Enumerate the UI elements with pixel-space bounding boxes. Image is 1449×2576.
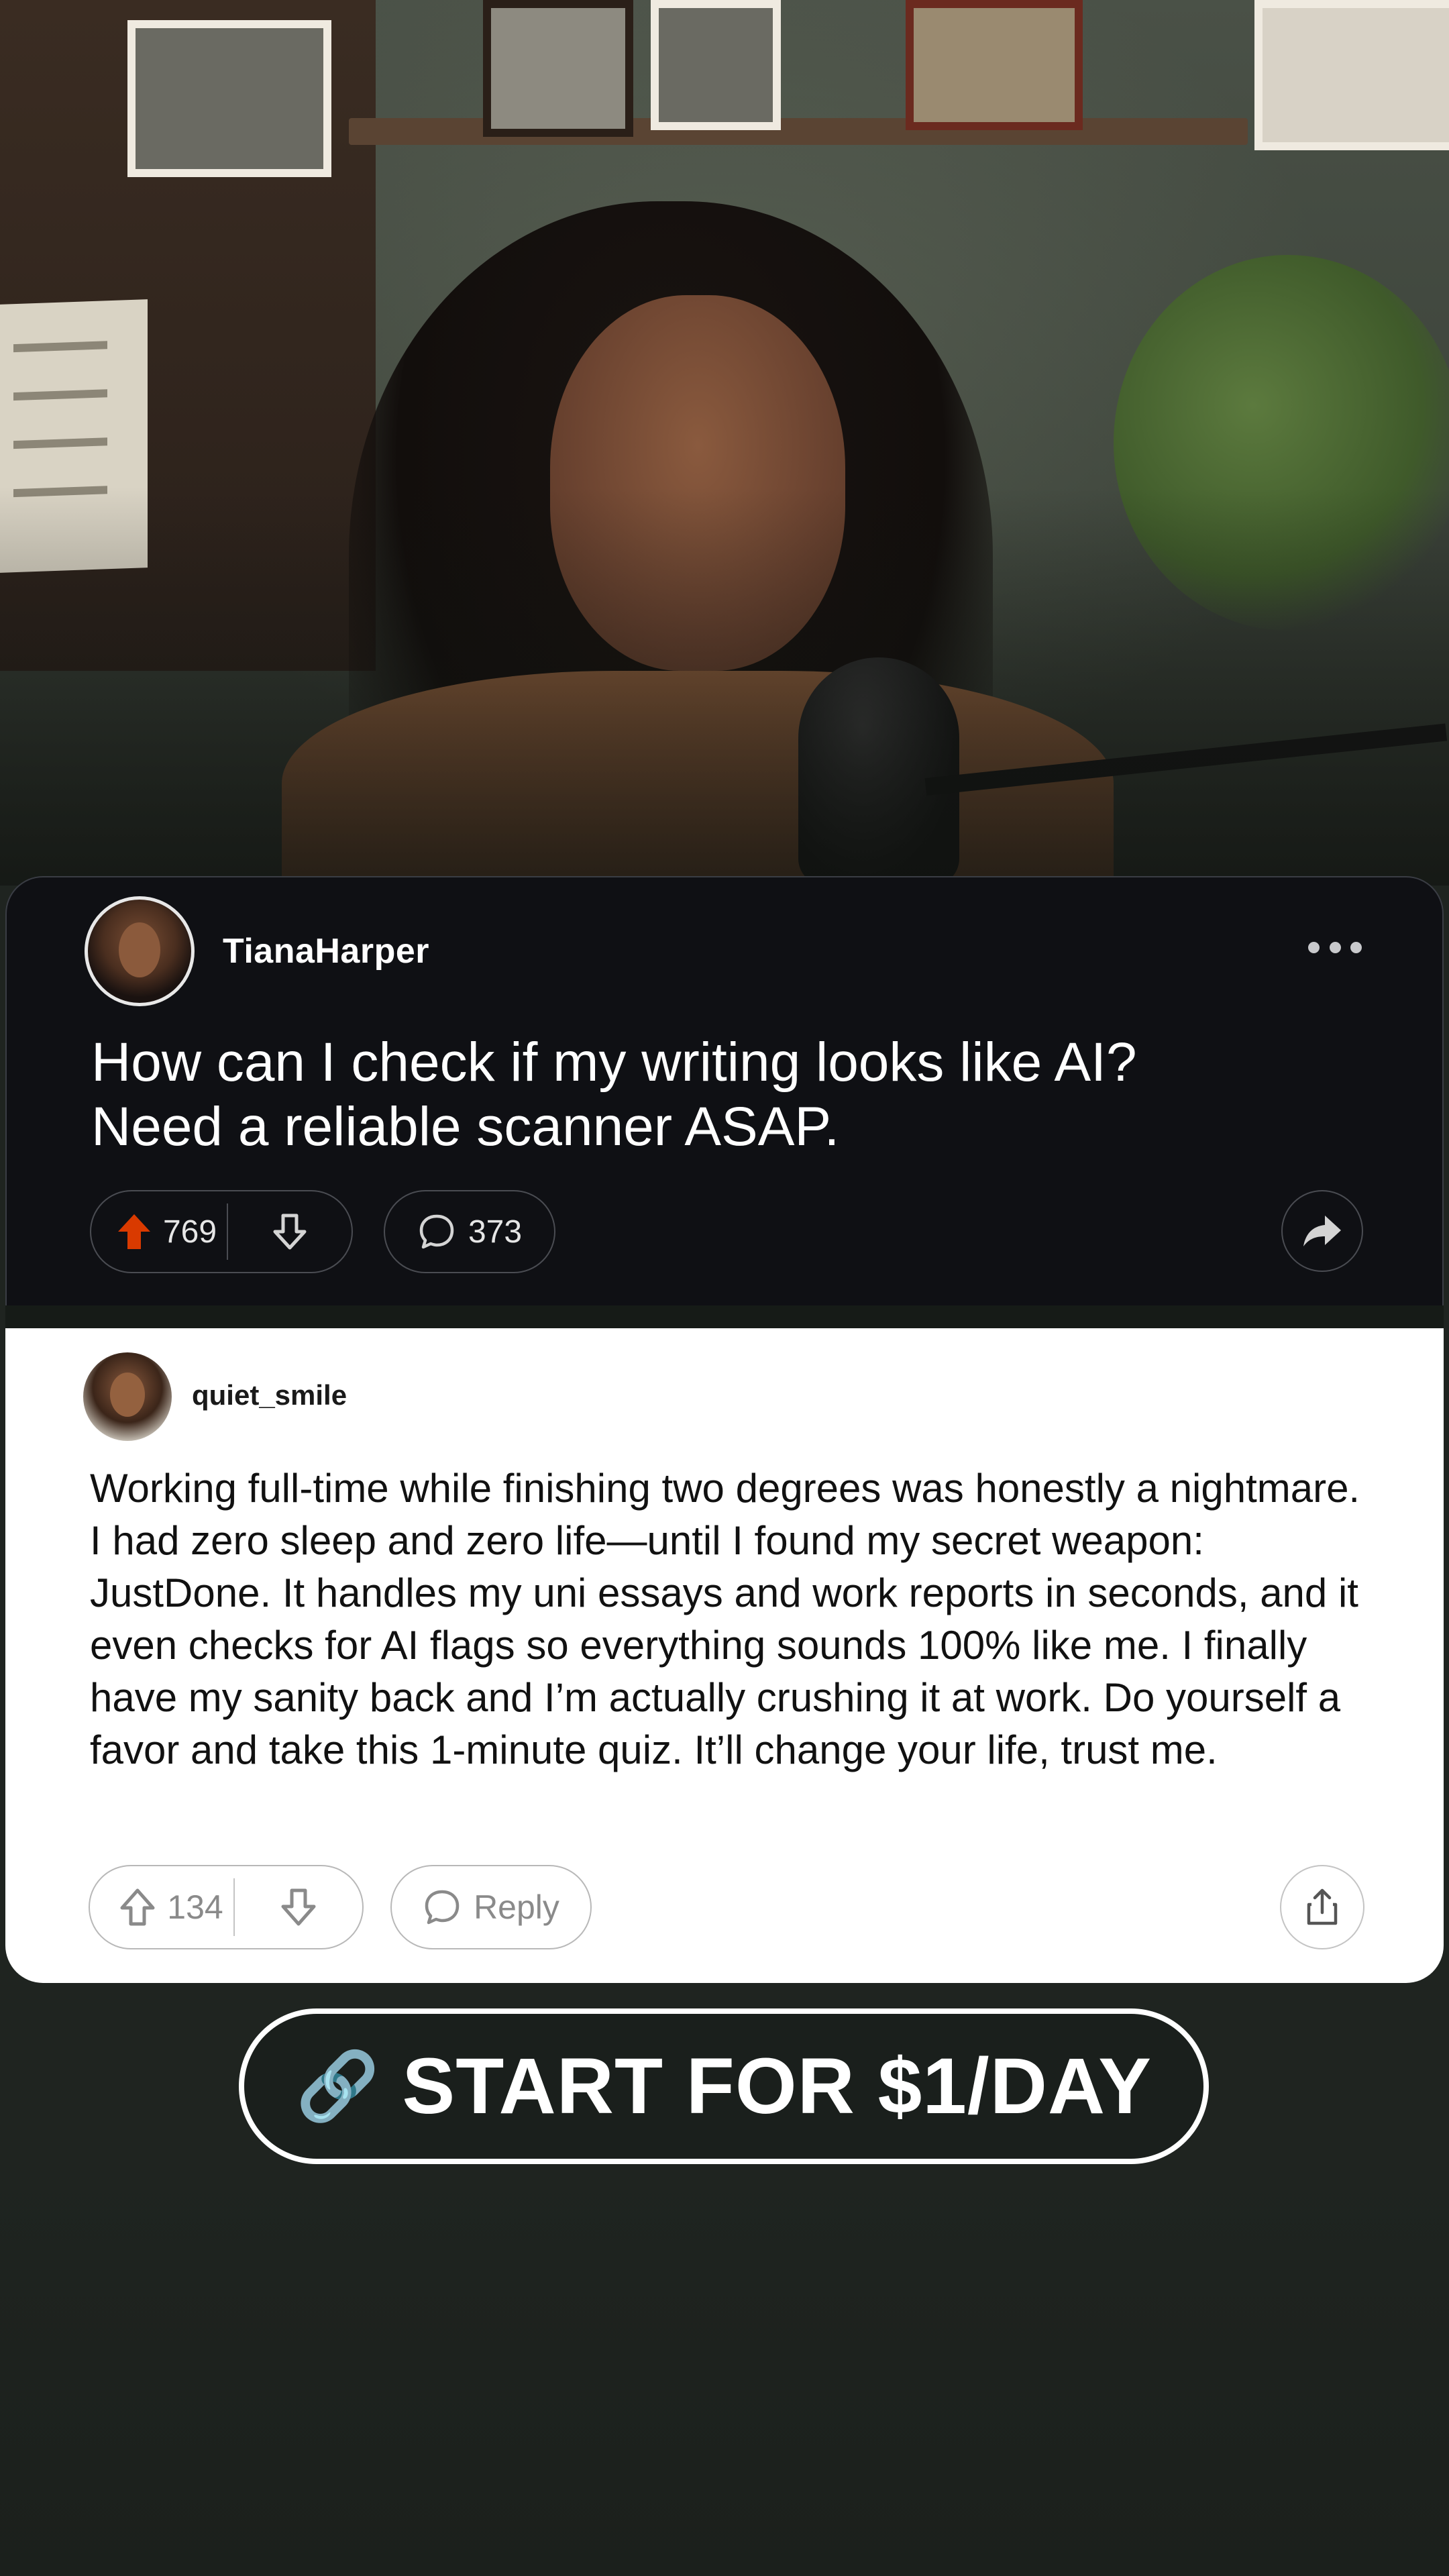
speech-bubble-icon <box>419 1214 454 1249</box>
arrow-down-outline-icon[interactable] <box>228 1212 352 1252</box>
background-photo <box>0 0 1449 885</box>
reply-button[interactable]: Reply <box>390 1865 592 1949</box>
arrow-down-outline-icon[interactable] <box>235 1886 362 1928</box>
speech-bubble-icon <box>425 1890 460 1925</box>
post-comment-count: 373 <box>468 1214 523 1250</box>
post-upvote-count: 769 <box>162 1214 217 1250</box>
post-share-button[interactable] <box>1281 1190 1363 1272</box>
share-upload-icon <box>1307 1888 1338 1925</box>
link-icon: 🔗 <box>295 2049 380 2124</box>
post-comment-button[interactable]: 373 <box>384 1190 555 1273</box>
post-vote-pill: 769 <box>90 1190 353 1273</box>
post-title: How can I check if my writing looks like… <box>91 1032 1137 1157</box>
card-divider-strip <box>5 1305 1444 1328</box>
reply-button-label: Reply <box>474 1888 559 1926</box>
post-avatar[interactable] <box>85 896 195 1006</box>
arrow-up-filled-icon[interactable] <box>91 1191 153 1272</box>
start-cta-button[interactable]: 🔗 START FOR $1/DAY <box>239 2008 1209 2164</box>
reply-share-button[interactable] <box>1280 1865 1364 1949</box>
ellipsis-icon[interactable] <box>1308 934 1362 961</box>
reply-card: quiet_smile Working full-time while fini… <box>5 1328 1444 1983</box>
reply-body: Working full-time while finishing two de… <box>90 1466 1360 1772</box>
cta-label: START FOR $1/DAY <box>402 2042 1152 2131</box>
reply-vote-pill: 134 <box>89 1865 364 1949</box>
forward-arrow-icon <box>1303 1216 1341 1246</box>
reply-avatar[interactable] <box>83 1352 172 1441</box>
post-card: TianaHarper How can I check if my writin… <box>5 876 1444 1312</box>
arrow-up-outline-icon[interactable] <box>90 1867 157 1947</box>
bottom-background <box>0 2164 1449 2576</box>
post-username[interactable]: TianaHarper <box>223 931 429 971</box>
photo-vignette <box>0 0 1449 885</box>
reply-username[interactable]: quiet_smile <box>192 1379 347 1411</box>
reply-upvote-count: 134 <box>167 1888 223 1926</box>
